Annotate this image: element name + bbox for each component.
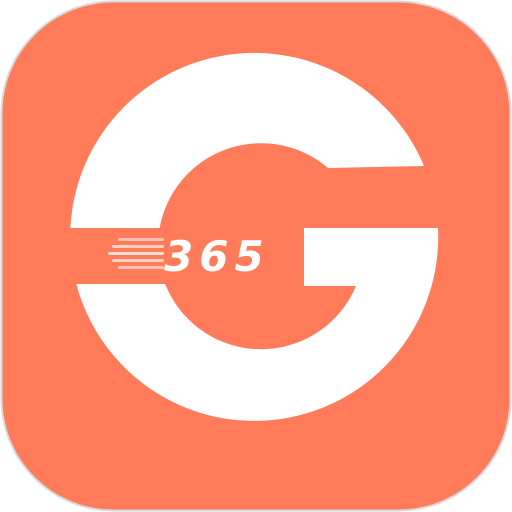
logo-number-text: 365: [164, 232, 270, 281]
g365-logo-icon: 365: [0, 0, 512, 512]
app-icon: 365: [0, 0, 512, 512]
